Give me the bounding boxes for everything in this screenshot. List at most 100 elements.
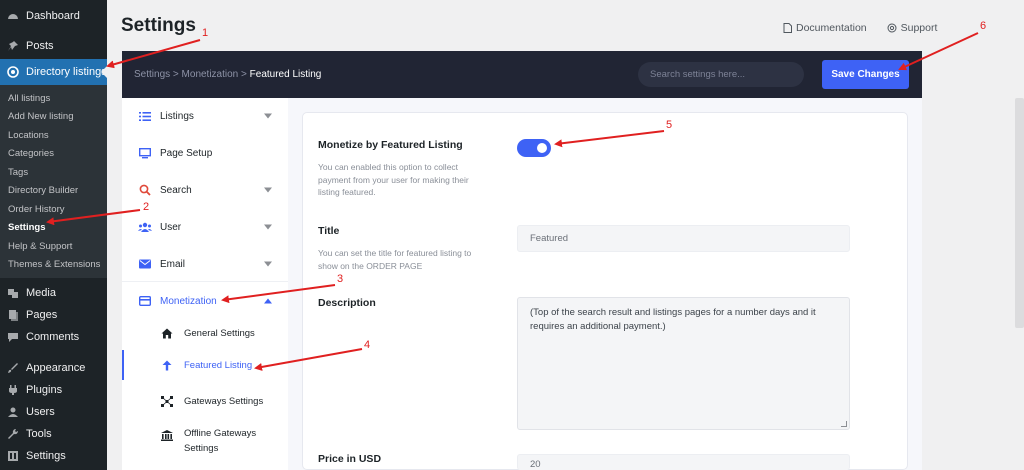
comment-icon [6,330,20,344]
document-icon [783,23,792,33]
title-description: You can set the title for featured listi… [318,248,472,271]
chevron-up-icon [264,298,272,304]
search-placeholder: Search settings here... [650,69,746,80]
support-link[interactable]: Support [887,22,937,34]
page-title: Settings [121,15,196,36]
nav-item-search[interactable]: Search [122,178,288,202]
wp-menu-appearance[interactable]: Appearance [0,357,107,379]
title-input-value: Featured [530,233,569,244]
nav-item-email[interactable]: Email [122,252,288,276]
wp-menu-pages[interactable]: Pages [0,304,107,326]
price-input[interactable]: 20 [517,454,850,470]
price-input-value: 20 [530,459,541,470]
wp-submenu-item[interactable]: Add New listing [0,108,107,127]
bank-icon [160,428,174,442]
envelope-icon [138,257,152,271]
wp-menu-label: Appearance [26,362,86,374]
wp-submenu-item[interactable]: All listings [0,89,107,108]
nav-sub-label: Offline Gateways [184,428,257,439]
resize-handle[interactable] [841,421,847,427]
chevron-down-icon [264,261,272,267]
nav-label: Email [160,258,186,270]
page-scrollbar[interactable] [1015,98,1024,328]
wp-submenu-item-settings[interactable]: Settings [0,219,107,238]
nav-item-listings[interactable]: Listings [122,104,288,128]
save-changes-button[interactable]: Save Changes [822,60,909,89]
wp-menu-settings[interactable]: Settings [0,445,107,467]
breadcrumb: Settings > Monetization > Featured Listi… [134,69,321,80]
description-textarea[interactable]: (Top of the search result and listings p… [517,297,850,430]
dashboard-icon [6,9,20,23]
annotation-number-4: 4 [364,339,371,351]
arrow-up-icon [160,358,174,372]
monetize-toggle[interactable] [517,139,551,157]
wp-menu-plugins[interactable]: Plugins [0,379,107,401]
breadcrumb-item[interactable]: Monetization [182,69,239,80]
wp-submenu: All listings Add New listing Locations C… [0,85,107,278]
breadcrumb-current: Featured Listing [249,69,322,80]
documentation-label: Documentation [796,22,867,34]
wp-submenu-item[interactable]: Locations [0,126,107,145]
nav-label: Listings [160,110,194,122]
users-icon [138,220,152,234]
settings-nav: Listings Page Setup Search User Email Mo… [122,98,288,470]
settings-search-input[interactable]: Search settings here... [638,62,804,87]
title-label: Title [318,225,340,237]
location-icon [6,65,20,79]
credit-card-icon [138,294,152,308]
nav-sub-gateways-settings[interactable]: Gateways Settings [122,389,288,413]
settings-topbar: Settings > Monetization > Featured Listi… [122,51,922,98]
nav-item-user[interactable]: User [122,215,288,239]
support-icon [887,23,897,33]
wp-menu-comments[interactable]: Comments [0,326,107,348]
wrench-icon [6,427,20,441]
nav-item-monetization[interactable]: Monetization [122,289,288,313]
wp-menu-label: Plugins [26,384,63,396]
wp-submenu-item[interactable]: Help & Support [0,237,107,256]
pages-icon [6,308,20,322]
wp-menu-posts[interactable]: Posts [0,35,107,57]
user-icon [6,405,20,419]
plugin-icon [6,383,20,397]
nav-sub-general-settings[interactable]: General Settings [122,321,288,345]
nav-divider [122,281,288,282]
title-input[interactable]: Featured [517,225,850,252]
nav-item-page-setup[interactable]: Page Setup [122,141,288,165]
nav-sub-label: Gateways Settings [184,395,264,407]
breadcrumb-separator: > [172,69,182,80]
wp-menu-users[interactable]: Users [0,401,107,423]
nav-sub-featured-listing[interactable]: Featured Listing [122,350,288,380]
wp-submenu-item[interactable]: Order History [0,200,107,219]
nav-sub-label: General Settings [184,327,255,339]
wp-submenu-item[interactable]: Tags [0,163,107,182]
nav-sub-label: Settings [184,443,219,454]
wp-submenu-item[interactable]: Themes & Extensions [0,256,107,275]
wp-menu-media[interactable]: Media [0,282,107,304]
breadcrumb-item[interactable]: Settings [134,69,170,80]
wp-menu-label: Directory listings [26,66,107,78]
documentation-link[interactable]: Documentation [783,22,867,34]
network-icon [160,394,174,408]
wp-menu-label: Tools [26,428,52,440]
wp-menu-tools[interactable]: Tools [0,423,107,445]
wp-submenu-item[interactable]: Directory Builder [0,182,107,201]
breadcrumb-separator: > [241,69,250,80]
media-icon [6,286,20,300]
annotation-number-2: 2 [143,201,150,213]
description-value: (Top of the search result and listings p… [530,307,816,332]
search-icon [138,183,152,197]
description-label: Description [318,297,376,309]
monitor-icon [138,146,152,160]
wp-menu-directory-listings[interactable]: Directory listings [0,59,107,85]
nav-label: Page Setup [160,147,213,159]
header-links: Documentation Support [783,22,937,34]
wp-menu-dashboard[interactable]: Dashboard [0,5,107,27]
wp-menu-label: Pages [26,309,58,321]
annotation-number-6: 6 [980,20,987,32]
annotation-number-3: 3 [337,273,344,285]
annotation-number-5: 5 [666,119,673,131]
wp-submenu-item[interactable]: Categories [0,145,107,164]
home-icon [160,326,174,340]
nav-sub-offline-gateways[interactable]: Offline Gateways Settings [122,426,288,460]
nav-label: Monetization [160,295,217,307]
